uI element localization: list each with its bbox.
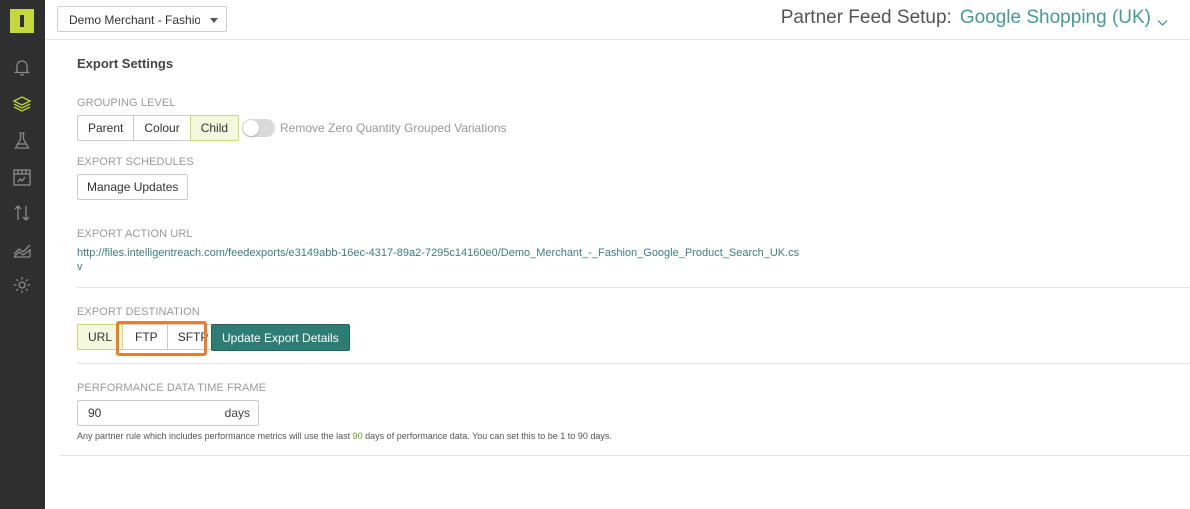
section-title: Export Settings — [77, 56, 174, 71]
performance-days-input[interactable] — [78, 401, 218, 425]
remove-zero-quantity-label: Remove Zero Quantity Grouped Variations — [280, 121, 507, 135]
page-title-prefix: Partner Feed Setup: — [780, 7, 952, 28]
export-action-url-label: EXPORT ACTION URL — [77, 228, 193, 240]
update-export-details-button[interactable]: Update Export Details — [211, 324, 350, 351]
help-text-days-value: 90 — [352, 431, 363, 441]
app-logo[interactable] — [10, 9, 34, 33]
divider — [77, 363, 1190, 364]
merchant-select-value: Demo Merchant - Fashion — [69, 13, 200, 27]
export-settings-panel: Export Settings GROUPING LEVEL Parent Co… — [60, 40, 1190, 456]
export-schedules-label: EXPORT SCHEDULES — [77, 156, 194, 168]
grouping-option-child[interactable]: Child — [189, 115, 240, 141]
gear-icon[interactable] — [11, 274, 33, 296]
help-text-after: days of performance data. You can set th… — [365, 431, 612, 441]
manage-updates-button[interactable]: Manage Updates — [77, 174, 189, 200]
performance-days-field: days — [77, 400, 259, 426]
storefront-icon[interactable] — [11, 166, 33, 188]
bell-icon[interactable] — [11, 56, 33, 78]
export-destination-group: URL FTP SFTP — [77, 324, 220, 350]
days-unit-label: days — [224, 406, 250, 420]
feed-selector[interactable]: Google Shopping (UK) — [960, 7, 1151, 28]
page-title: Partner Feed Setup: Google Shopping (UK) — [781, 7, 1168, 29]
destination-option-url[interactable]: URL — [77, 324, 124, 350]
performance-time-frame-label: PERFORMANCE DATA TIME FRAME — [77, 382, 267, 394]
export-destination-label: EXPORT DESTINATION — [77, 306, 200, 318]
help-text-before: Any partner rule which includes performa… — [77, 431, 351, 441]
transfer-arrows-icon[interactable] — [11, 202, 33, 224]
grouping-level-label: GROUPING LEVEL — [77, 97, 176, 109]
flask-icon[interactable] — [11, 130, 33, 152]
logo-mark — [20, 15, 24, 27]
remove-zero-quantity-toggle[interactable] — [242, 119, 275, 137]
divider — [77, 287, 1190, 288]
layers-icon[interactable] — [11, 93, 33, 115]
caret-down-icon — [210, 18, 218, 23]
chevron-down-icon[interactable] — [1157, 11, 1168, 26]
area-chart-icon[interactable] — [11, 238, 33, 260]
performance-help-text: Any partner rule which includes performa… — [77, 431, 612, 441]
grouping-option-colour[interactable]: Colour — [133, 115, 191, 141]
destination-option-ftp[interactable]: FTP — [122, 324, 168, 350]
export-action-url-link[interactable]: http://files.intelligentreach.com/feedex… — [77, 246, 802, 274]
sidebar — [0, 0, 45, 509]
topbar: Demo Merchant - Fashion Partner Feed Set… — [45, 0, 1190, 40]
grouping-option-parent[interactable]: Parent — [77, 115, 135, 141]
grouping-level-group: Parent Colour Child — [77, 115, 240, 141]
merchant-select[interactable]: Demo Merchant - Fashion — [57, 6, 227, 32]
